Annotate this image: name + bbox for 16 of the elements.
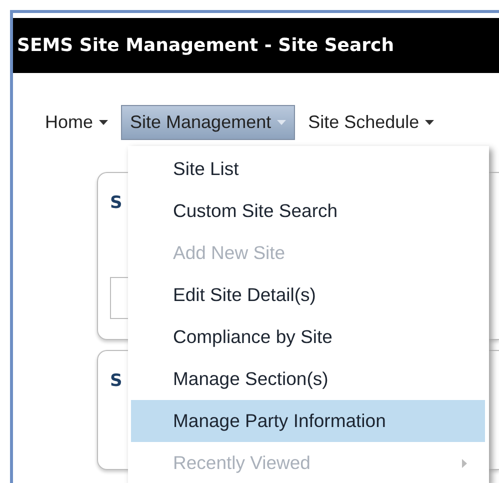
nav-menu-tab[interactable]: Site Management [121,105,296,140]
caret-icon [99,120,108,126]
panel-heading: S [110,371,122,391]
menu-item[interactable]: Compliance by Site [131,316,485,358]
nav-menu-tab[interactable]: Home [36,105,118,140]
caret-icon [425,120,434,126]
submenu-arrow-icon [462,458,467,468]
window-title: SEMS Site Management - Site Search [17,35,394,56]
menu-item[interactable]: Manage Party Information [131,400,485,442]
caret-icon [277,120,286,126]
panel-heading: S [110,193,122,213]
nav-menu-tab[interactable]: Site Schedule [299,105,444,140]
menu-item[interactable]: Manage Section(s) [131,358,485,400]
menu-item[interactable]: Custom Site Search [131,190,485,232]
menu-item[interactable]: Site List [131,148,485,190]
menu-item[interactable]: Edit Site Detail(s) [131,274,485,316]
